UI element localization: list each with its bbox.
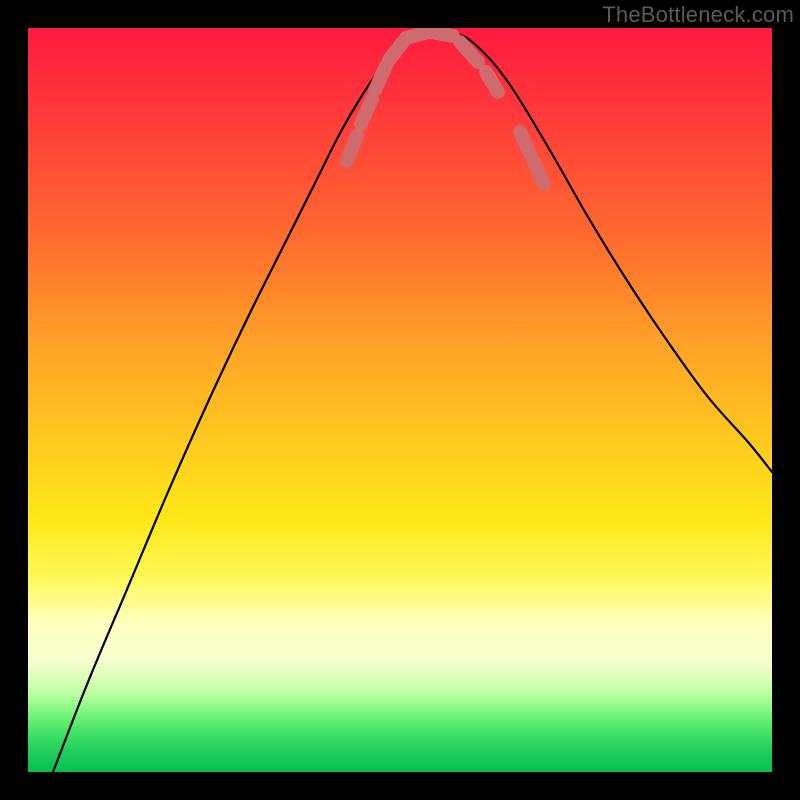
- marker-right-3: [486, 72, 498, 92]
- chart-svg: [28, 28, 772, 772]
- marker-left-4: [389, 42, 403, 60]
- marker-bottom-2: [431, 32, 453, 36]
- marker-right-top: [534, 162, 544, 184]
- chart-plot-area: [28, 28, 772, 772]
- marker-left-2: [361, 99, 372, 124]
- marker-left-top: [347, 136, 357, 161]
- chart-markers: [347, 32, 544, 184]
- chart-frame: TheBottleneck.com: [0, 0, 800, 800]
- marker-left-3: [375, 66, 386, 90]
- marker-right-2: [520, 132, 530, 154]
- chart-curve: [53, 32, 772, 772]
- watermark-text: TheBottleneck.com: [602, 2, 794, 28]
